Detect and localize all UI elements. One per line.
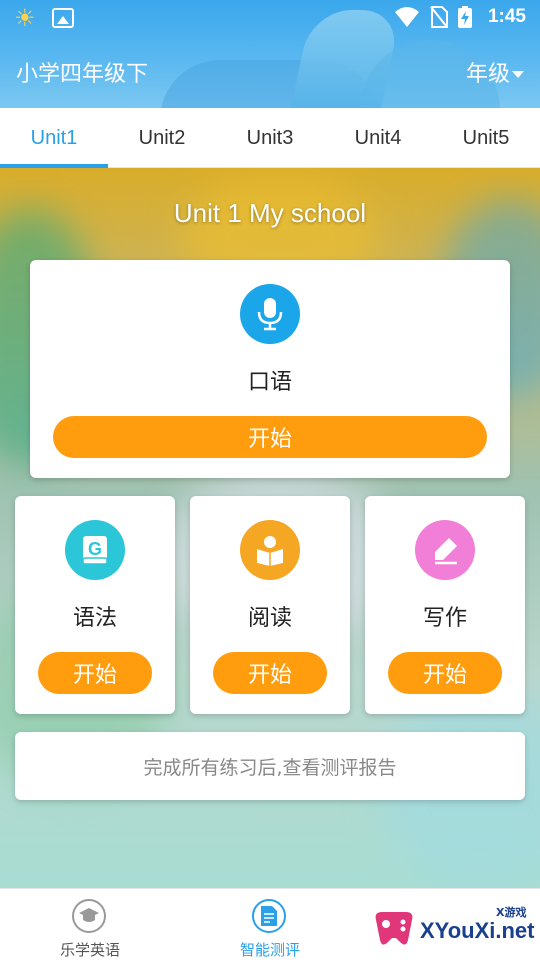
speaking-label: 口语 — [247, 370, 292, 395]
watermark-text: XYouXi.net — [420, 918, 535, 943]
reading-person-icon — [240, 520, 300, 580]
tab-unit4[interactable]: Unit4 — [324, 108, 432, 168]
chevron-down-icon — [512, 70, 524, 78]
pen-write-icon — [415, 520, 475, 580]
status-time: 1:45 — [487, 6, 526, 27]
reading-label: 阅读 — [247, 606, 292, 631]
grammar-start-button[interactable]: 开始 — [38, 652, 152, 694]
unit-title: Unit 1 My school — [173, 198, 367, 228]
microphone-icon — [240, 284, 300, 344]
speaking-card: 口语 开始 — [30, 260, 510, 478]
graduation-cap-icon — [72, 899, 106, 933]
gamepad-logo-icon — [375, 912, 413, 945]
battery-icon — [457, 6, 472, 28]
grade-selector-label: 年级 — [465, 62, 510, 87]
svg-text:G: G — [88, 539, 102, 559]
reading-start-button[interactable]: 开始 — [213, 652, 327, 694]
nav-item-smart-assessment[interactable]: 智能测评 — [180, 889, 360, 960]
grammar-book-icon: G — [65, 520, 125, 580]
nav-item-lexue-english[interactable]: 乐学英语 — [0, 889, 180, 960]
grammar-card: G 语法 开始 — [15, 496, 175, 714]
nav-label: 智能测评 — [239, 941, 300, 959]
weather-sun-icon: ☀ — [14, 4, 36, 32]
document-test-icon — [252, 899, 286, 933]
writing-start-button[interactable]: 开始 — [388, 652, 502, 694]
app-header: ☀ 1:45 小学四年级下 年级 — [0, 0, 540, 108]
status-bar: ☀ 1:45 — [0, 0, 540, 38]
site-watermark: X游戏 XYouXi.net — [370, 900, 536, 956]
reading-card: 阅读 开始 — [190, 496, 350, 714]
grammar-label: 语法 — [72, 606, 117, 631]
grade-selector[interactable]: 年级 — [466, 56, 524, 88]
writing-card: 写作 开始 — [365, 496, 525, 714]
page-title: 小学四年级下 — [16, 62, 149, 87]
unit-tabs: Unit1 Unit2 Unit3 Unit4 Unit5 — [0, 108, 540, 168]
view-report-button[interactable]: 完成所有练习后,查看测评报告 — [15, 732, 525, 800]
gallery-notification-icon — [52, 8, 74, 28]
tab-unit2[interactable]: Unit2 — [108, 108, 216, 168]
no-sim-icon — [430, 6, 448, 28]
tab-unit1[interactable]: Unit1 — [0, 108, 108, 168]
tab-unit5[interactable]: Unit5 — [432, 108, 540, 168]
speaking-start-button[interactable]: 开始 — [53, 416, 487, 458]
writing-label: 写作 — [422, 606, 467, 631]
nav-label: 乐学英语 — [59, 941, 120, 959]
tab-unit3[interactable]: Unit3 — [216, 108, 324, 168]
wifi-icon — [394, 7, 419, 27]
